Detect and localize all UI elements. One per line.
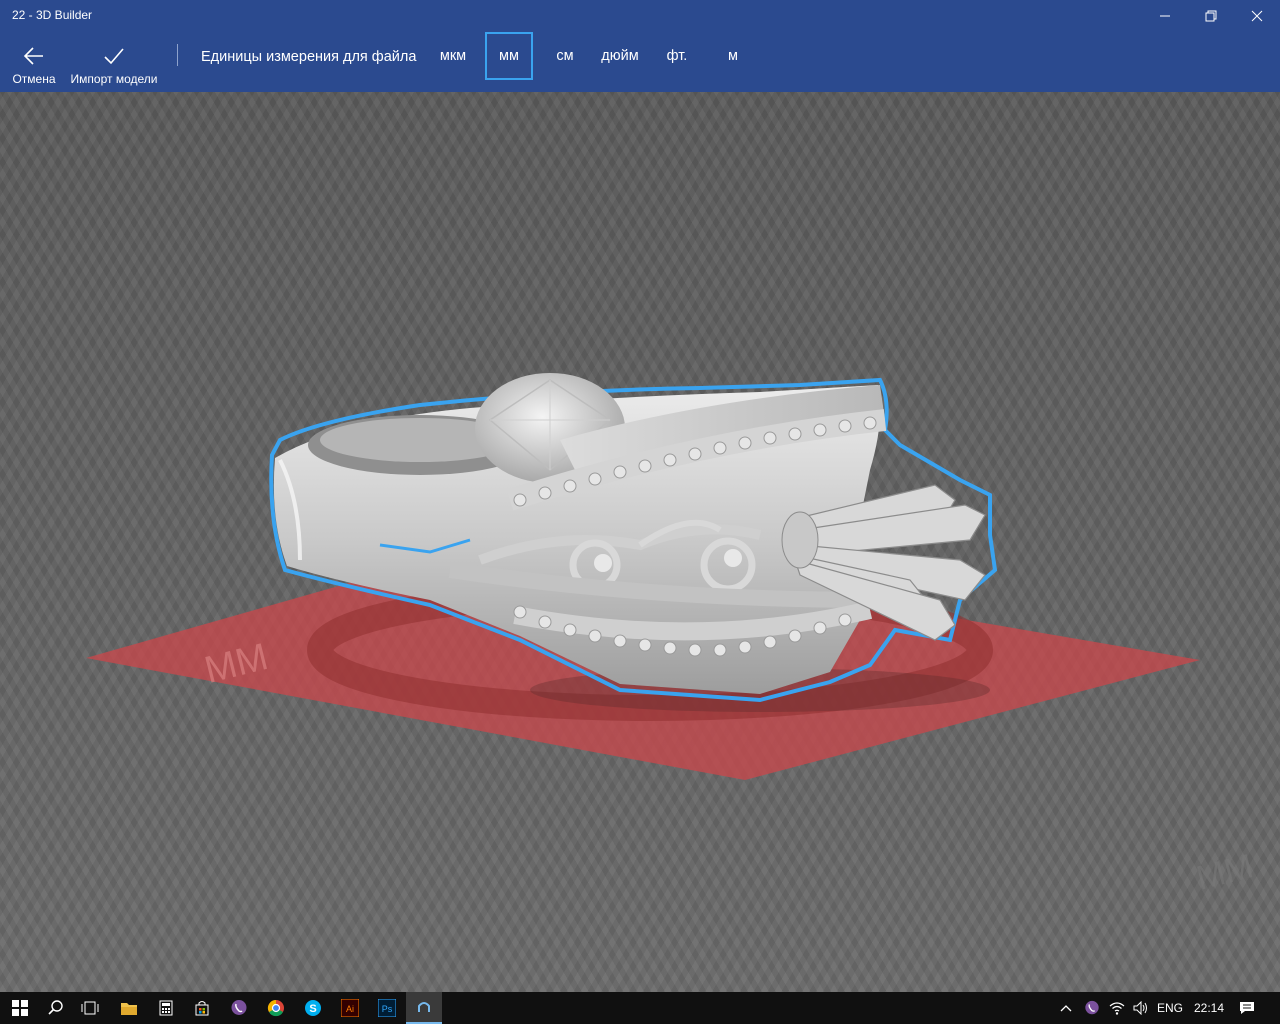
viber-tray-icon [1085, 1000, 1099, 1015]
search-button[interactable] [38, 992, 74, 1024]
svg-text:Ps: Ps [382, 1004, 393, 1014]
ribbon-toolbar: Отмена Импорт модели Единицы измерения д… [0, 32, 1280, 92]
unit-option-cm[interactable]: см [548, 32, 582, 80]
floor-watermark: MM [1193, 847, 1257, 898]
units-label: Единицы измерения для файла [201, 49, 417, 65]
folder-icon [121, 1003, 137, 1015]
taskbar: S Ai Ps ENG 22:14 [0, 992, 1280, 1024]
language-indicator[interactable]: ENG [1157, 1001, 1183, 1015]
tray-overflow-button[interactable] [1052, 992, 1080, 1024]
unit-option-inch[interactable]: дюйм [596, 32, 644, 80]
svg-text:Ai: Ai [346, 1004, 354, 1014]
taskbar-calculator[interactable] [148, 992, 184, 1024]
taskbar-store[interactable] [184, 992, 220, 1024]
close-button[interactable] [1234, 0, 1280, 32]
clock[interactable]: 22:14 [1194, 1001, 1224, 1015]
task-view-icon [81, 1001, 99, 1015]
taskbar-illustrator[interactable]: Ai [332, 992, 368, 1024]
cancel-button[interactable]: Отмена [6, 32, 62, 92]
viber-icon [231, 1000, 247, 1015]
import-model-label: Импорт модели [70, 72, 158, 86]
tray-viber[interactable] [1078, 992, 1106, 1024]
ribbon-separator [177, 44, 178, 66]
calculator-icon [159, 1000, 173, 1016]
svg-text:S: S [309, 1003, 316, 1015]
3d-viewport[interactable]: MM MM [0, 92, 1280, 992]
unit-option-mkm[interactable]: мкм [432, 32, 474, 80]
photoshop-icon: Ps [378, 999, 396, 1017]
taskbar-viber[interactable] [221, 992, 257, 1024]
taskbar-photoshop[interactable]: Ps [369, 992, 405, 1024]
taskbar-skype[interactable]: S [295, 992, 331, 1024]
checkmark-icon [104, 48, 124, 65]
taskbar-explorer[interactable] [111, 992, 147, 1024]
search-icon [48, 1000, 63, 1015]
cancel-label: Отмена [12, 72, 56, 86]
action-center-button[interactable] [1232, 992, 1262, 1024]
back-arrow-icon [23, 47, 43, 65]
unit-option-mm[interactable]: мм [485, 32, 533, 80]
taskbar-3d-builder[interactable] [406, 992, 442, 1024]
unit-option-ft[interactable]: фт. [660, 32, 694, 80]
illustrator-icon: Ai [341, 999, 359, 1017]
store-icon [195, 1001, 209, 1016]
import-model-button[interactable]: Импорт модели [66, 32, 162, 92]
window-title: 22 - 3D Builder [12, 8, 93, 22]
windows-logo-icon [12, 1000, 28, 1016]
speaker-icon [1133, 1001, 1147, 1015]
unit-option-m[interactable]: м [718, 32, 748, 80]
restore-button[interactable] [1188, 0, 1234, 32]
chrome-icon [267, 999, 284, 1017]
scene-canvas: MM MM [86, 373, 1257, 898]
skype-icon: S [305, 1000, 321, 1016]
title-bar: 22 - 3D Builder [0, 0, 1280, 32]
restore-icon [1205, 10, 1217, 22]
tray-volume[interactable] [1127, 992, 1155, 1024]
taskbar-chrome[interactable] [258, 992, 294, 1024]
wifi-icon [1109, 1002, 1125, 1015]
3d-builder-icon [418, 1002, 430, 1012]
start-button[interactable] [0, 992, 40, 1024]
task-view-button[interactable] [72, 992, 108, 1024]
chevron-up-icon [1060, 1005, 1072, 1012]
minimize-button[interactable] [1142, 0, 1188, 32]
notification-icon [1240, 1002, 1254, 1014]
minimize-icon [1160, 15, 1170, 17]
close-icon [1251, 10, 1263, 22]
